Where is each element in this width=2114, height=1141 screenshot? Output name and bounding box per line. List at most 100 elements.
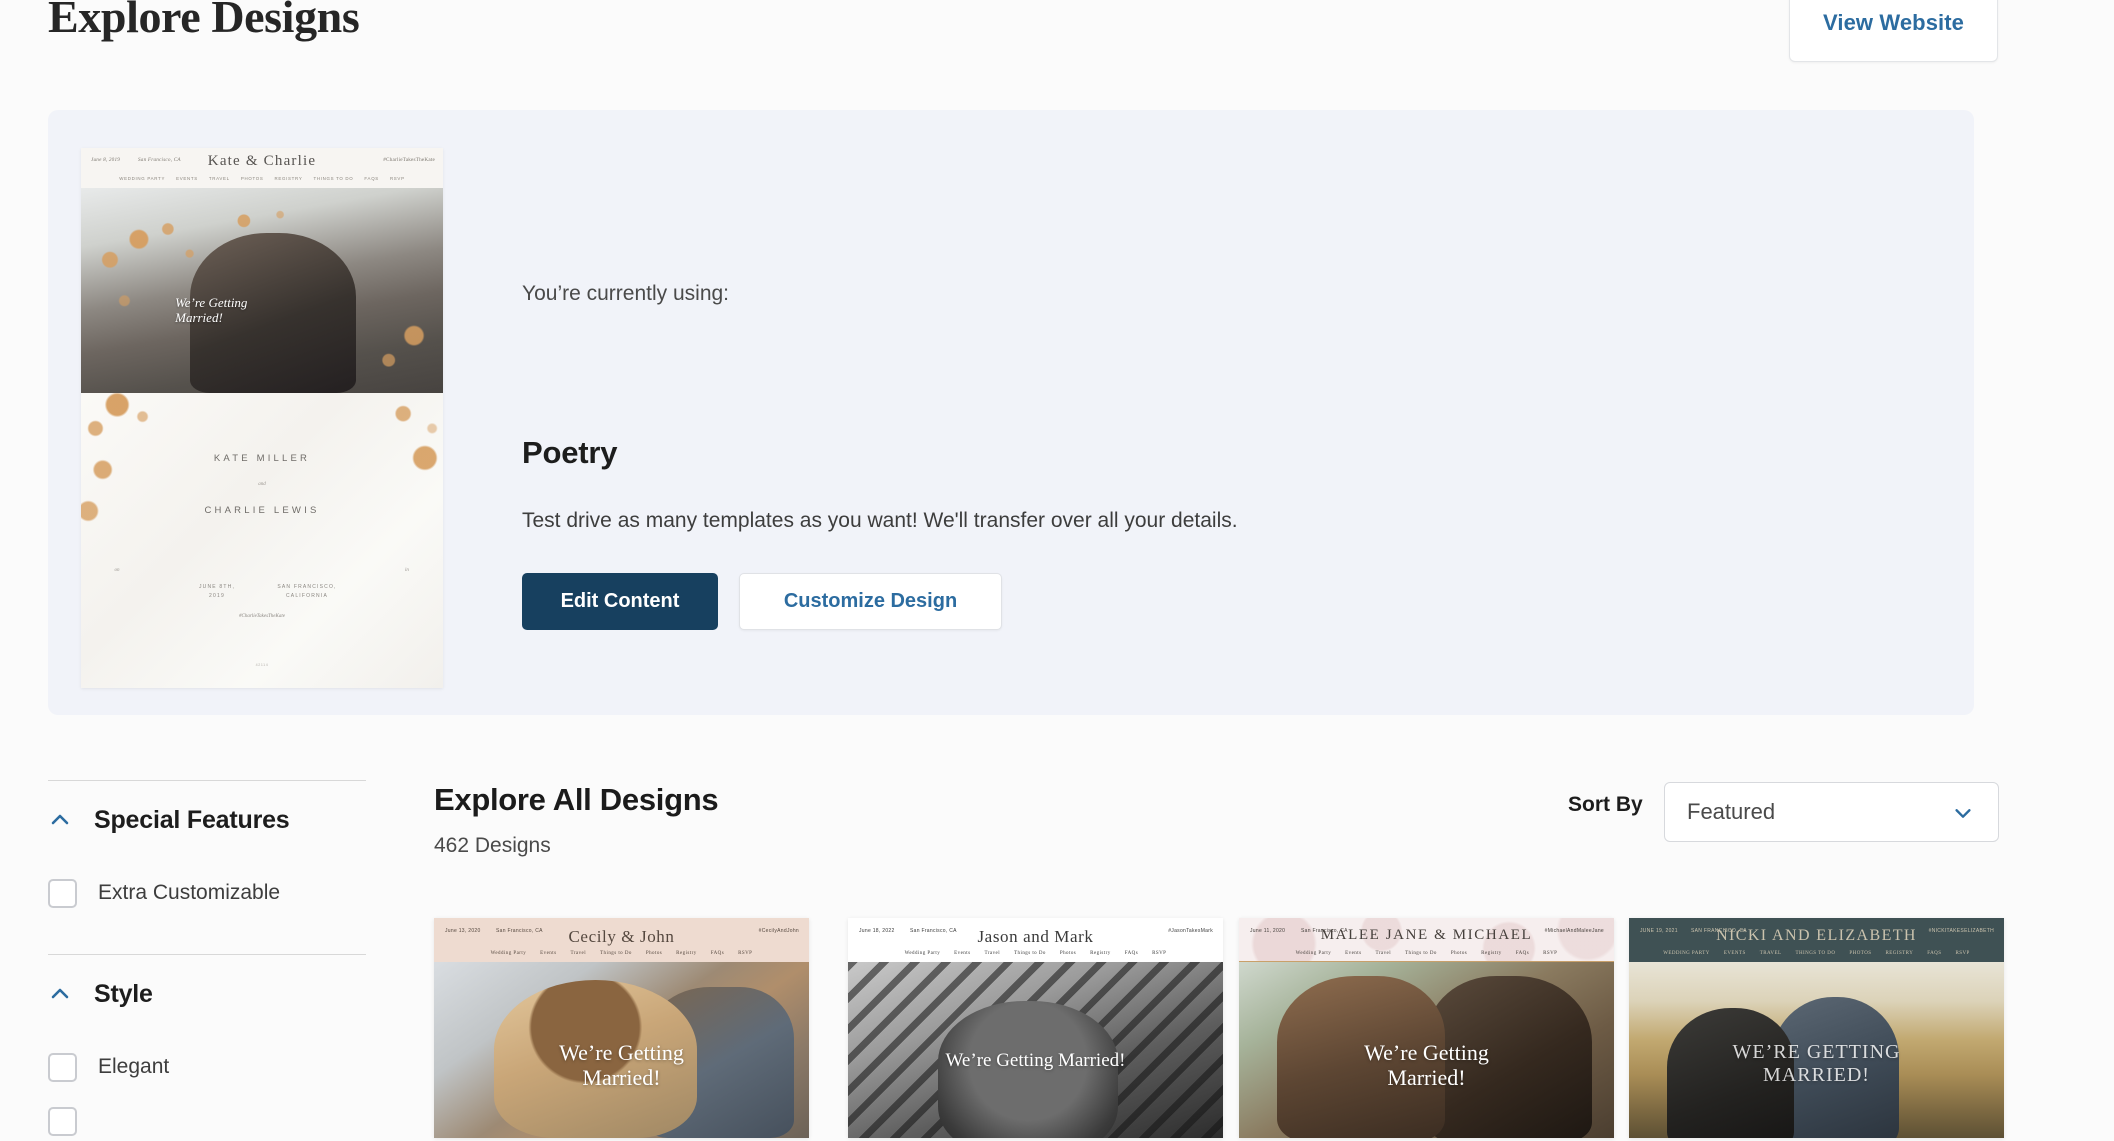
sort-by-value: Featured: [1687, 799, 1775, 825]
card-nav-item: Photos: [1060, 951, 1076, 956]
thumbnail-nav-item: FAQS: [364, 176, 379, 181]
card-site-header: June 13, 2020 San Francisco, CA #CecilyA…: [434, 918, 809, 962]
sidebar-group-title: Special Features: [94, 806, 290, 835]
card-nav-item: Events: [954, 951, 970, 956]
card-nav-item: Travel: [1375, 951, 1391, 956]
card-nav-item: PHOTOS: [1849, 951, 1871, 956]
card-nav-item: Photos: [1451, 951, 1467, 956]
card-nav-item: Wedding Party: [1296, 951, 1332, 956]
thumbnail-nav-item: PHOTOS: [241, 176, 264, 181]
sidebar-group-style[interactable]: Style: [48, 955, 366, 1033]
card-hero-text: We’re Getting Married!: [1239, 1041, 1614, 1090]
card-nav-item: Registry: [1481, 951, 1502, 956]
checkbox-elegant[interactable]: [48, 1053, 77, 1082]
card-nav-item: Registry: [1090, 951, 1111, 956]
sidebar-filter-extra-customizable[interactable]: Extra Customizable: [48, 859, 366, 927]
design-card[interactable]: June 18, 2022 San Francisco, CA #JasonTa…: [848, 918, 1223, 1138]
card-nav: Wedding Party Events Travel Things to Do…: [434, 951, 809, 956]
card-nav-item: Things to Do: [1014, 951, 1046, 956]
chevron-up-icon[interactable]: [48, 808, 72, 832]
card-nav: Wedding Party Events Travel Things to Do…: [848, 951, 1223, 956]
card-hero-line2: Married!: [434, 1066, 809, 1091]
thumbnail-nav: WEDDING PARTY EVENTS TRAVEL PHOTOS REGIS…: [81, 176, 443, 181]
card-nav-item: Wedding Party: [491, 951, 527, 956]
thumbnail-hero-line2: Married!: [175, 310, 385, 325]
card-nav-item: Photos: [646, 951, 662, 956]
card-nav-item: WEDDING PARTY: [1663, 951, 1710, 956]
thumbnail-nav-item: WEDDING PARTY: [119, 176, 165, 181]
thumbnail-bottom-hashtag: #CharlieTakesTheKate: [81, 614, 443, 619]
filters-sidebar: Special Features Extra Customizable Styl…: [48, 780, 366, 1141]
card-hero-line2: MARRIED!: [1629, 1064, 2004, 1086]
sort-by-label: Sort By: [1568, 793, 1643, 817]
thumbnail-name-one: KATE MILLER: [81, 453, 443, 464]
card-nav: Wedding Party Events Travel Things to Do…: [1239, 951, 1614, 956]
card-couple-names: Cecily & John: [434, 927, 809, 947]
current-design-panel: June 8, 2019 San Francisco, CA #CharlieT…: [48, 110, 1974, 715]
card-nav-item: FAQs: [1516, 951, 1529, 956]
thumbnail-lower-section: KATE MILLER and CHARLIE LEWIS on in JUNE…: [81, 393, 443, 688]
card-hero-line2: Married!: [1239, 1066, 1614, 1091]
card-nav-item: Things to Do: [1405, 951, 1437, 956]
explore-all-designs-title: Explore All Designs: [434, 782, 718, 818]
card-nav-item: Travel: [984, 951, 1000, 956]
design-card[interactable]: JUNE 19, 2021 SAN FRANCISCO, CA #NICKITA…: [1629, 918, 2004, 1138]
thumbnail-nav-item: TRAVEL: [209, 176, 230, 181]
card-hero-line1: We’re Getting: [434, 1041, 809, 1066]
currently-using-label: You’re currently using:: [522, 282, 729, 306]
sidebar-group-special-features[interactable]: Special Features: [48, 781, 366, 859]
page-title: Explore Designs: [48, 0, 359, 43]
card-couple-names: MALEE JANE & MICHAEL: [1239, 927, 1614, 944]
thumbnail-nav-item: RSVP: [390, 176, 405, 181]
current-design-thumbnail[interactable]: June 8, 2019 San Francisco, CA #CharlieT…: [81, 148, 443, 688]
card-nav-item: Events: [1345, 951, 1361, 956]
page-header: Explore Designs View Website: [0, 0, 2114, 62]
card-site-header: June 11, 2020 San Francisco, CA #Michael…: [1239, 918, 1614, 962]
thumbnail-hero-photo: We’re Getting Married!: [81, 188, 443, 393]
thumbnail-nav-item: THINGS TO DO: [313, 176, 353, 181]
view-website-button[interactable]: View Website: [1789, 0, 1998, 62]
sidebar-filter-partial[interactable]: [48, 1101, 366, 1141]
thumbnail-ampersand: and: [81, 482, 443, 487]
card-nav-item: RSVP: [1955, 951, 1969, 956]
card-hero-text: WE’RE GETTING MARRIED!: [1629, 1041, 2004, 1086]
sidebar-filter-label: Elegant: [98, 1055, 169, 1079]
customize-design-button[interactable]: Customize Design: [739, 573, 1002, 630]
chevron-down-icon[interactable]: [1950, 802, 1976, 824]
card-couple-names: Jason and Mark: [848, 927, 1223, 947]
thumbnail-code: 42114: [81, 663, 443, 667]
card-nav-item: TRAVEL: [1760, 951, 1782, 956]
sidebar-filter-elegant[interactable]: Elegant: [48, 1033, 366, 1101]
card-couple-names: NICKI AND ELIZABETH: [1629, 927, 2004, 945]
thumbnail-nav-item: EVENTS: [176, 176, 198, 181]
thumbnail-detail-right: SAN FRANCISCO, CALIFORNIA: [257, 583, 357, 600]
sidebar-group-title: Style: [94, 980, 153, 1009]
card-hero-line1: We’re Getting Married!: [848, 1050, 1223, 1071]
chevron-up-icon[interactable]: [48, 982, 72, 1006]
checkbox-partial[interactable]: [48, 1107, 77, 1136]
checkbox-extra-customizable[interactable]: [48, 879, 77, 908]
card-nav-item: FAQs: [1125, 951, 1138, 956]
card-nav-item: RSVP: [1543, 951, 1557, 956]
card-nav-item: Travel: [570, 951, 586, 956]
card-nav-item: RSVP: [738, 951, 752, 956]
design-card[interactable]: June 13, 2020 San Francisco, CA #CecilyA…: [434, 918, 809, 1138]
thumbnail-detail-left: JUNE 8TH, 2019: [167, 583, 267, 600]
sidebar-filter-label: Extra Customizable: [98, 881, 280, 905]
card-nav-item: Events: [540, 951, 556, 956]
thumbnail-nav-item: REGISTRY: [275, 176, 303, 181]
current-design-name: Poetry: [522, 435, 617, 471]
thumbnail-couple-names: Kate & Charlie: [81, 153, 443, 170]
card-hero-text: We’re Getting Married!: [434, 1041, 809, 1090]
card-nav: WEDDING PARTY EVENTS TRAVEL THINGS TO DO…: [1629, 951, 2004, 956]
edit-content-button[interactable]: Edit Content: [522, 573, 718, 630]
card-hero-line1: We’re Getting: [1239, 1041, 1614, 1066]
view-website-label: View Website: [1823, 10, 1964, 36]
card-site-header: JUNE 19, 2021 SAN FRANCISCO, CA #NICKITA…: [1629, 918, 2004, 962]
card-hero-line1: WE’RE GETTING: [1629, 1041, 2004, 1063]
design-card[interactable]: June 11, 2020 San Francisco, CA #Michael…: [1239, 918, 1614, 1138]
thumbnail-detail-right-mark: in: [226, 568, 443, 573]
card-nav-item: FAQS: [1927, 951, 1941, 956]
sort-by-dropdown[interactable]: Featured: [1664, 782, 1999, 842]
thumbnail-hero-text: We’re Getting Married!: [175, 295, 385, 326]
